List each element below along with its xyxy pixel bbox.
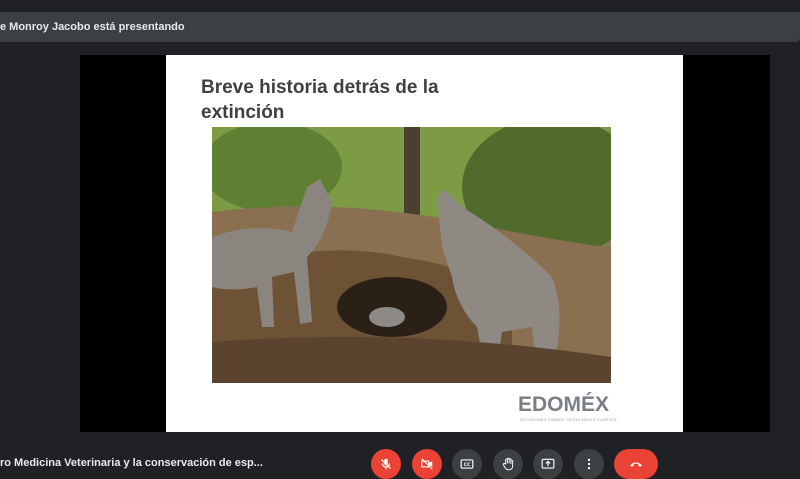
camera-off-icon bbox=[421, 458, 433, 470]
edomex-logo: EDOMÉX DECISIONES FIRMES, RESULTADOS FUE… bbox=[518, 393, 617, 422]
captions-icon: CC bbox=[460, 459, 474, 469]
presenter-banner: e Monroy Jacobo está presentando bbox=[0, 21, 185, 33]
logo-tagline: DECISIONES FIRMES, RESULTADOS FUERTES bbox=[520, 417, 617, 422]
meeting-title: ro Medicina Veterinaria y la conservació… bbox=[0, 457, 263, 469]
leave-call-button[interactable] bbox=[614, 449, 658, 479]
present-screen-button[interactable] bbox=[533, 449, 563, 479]
wolves-photo bbox=[212, 127, 611, 383]
captions-button[interactable]: CC bbox=[452, 449, 482, 479]
logo-text: EDOMÉX bbox=[518, 393, 610, 416]
presentation-slide: Breve historia detrás de la extinción ED… bbox=[166, 55, 683, 432]
more-options-button[interactable] bbox=[574, 449, 604, 479]
microphone-toggle-button[interactable] bbox=[371, 449, 401, 479]
camera-toggle-button[interactable] bbox=[412, 449, 442, 479]
hang-up-icon bbox=[630, 462, 642, 467]
present-screen-icon bbox=[541, 458, 555, 469]
microphone-off-icon bbox=[380, 458, 392, 470]
raise-hand-icon bbox=[502, 457, 514, 471]
slide-title: Breve historia detrás de la extinción bbox=[201, 77, 439, 123]
svg-text:CC: CC bbox=[464, 462, 471, 468]
wolves-photo-illustration bbox=[212, 127, 611, 383]
raise-hand-button[interactable] bbox=[493, 449, 523, 479]
more-vertical-icon bbox=[587, 458, 591, 470]
